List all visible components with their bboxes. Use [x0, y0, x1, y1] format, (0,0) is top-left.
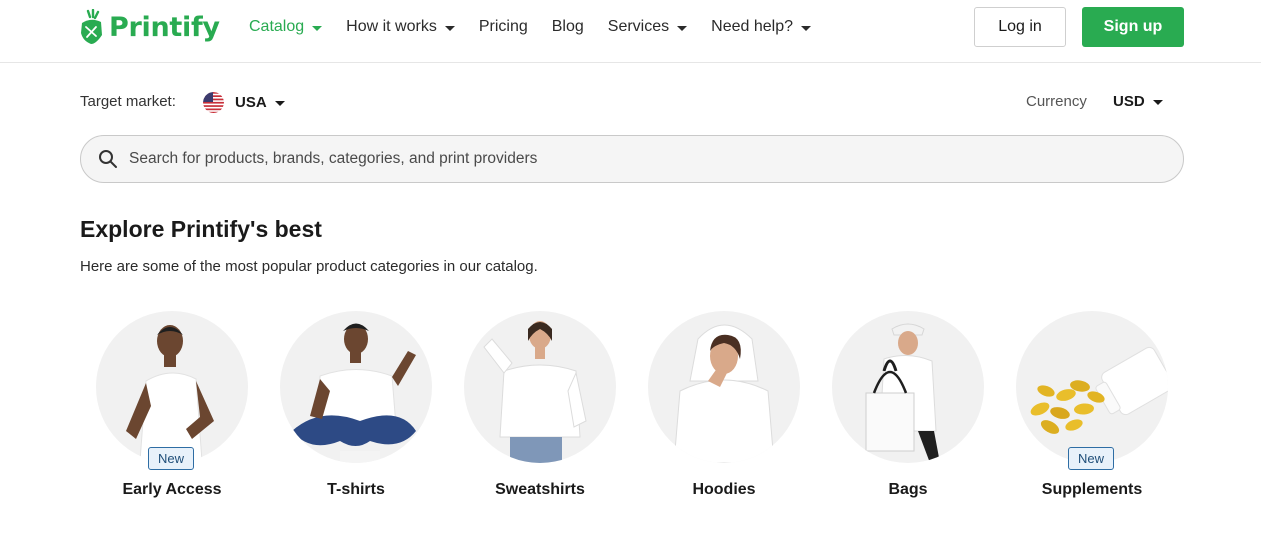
explore-heading: Explore Printify's best	[80, 216, 322, 242]
new-badge: New	[1068, 447, 1114, 470]
currency-select[interactable]: USD	[1113, 93, 1163, 110]
category-image-sweatshirts	[464, 311, 616, 463]
explore-subtitle: Here are some of the most popular produc…	[80, 258, 538, 275]
category-label: Sweatshirts	[495, 481, 585, 498]
nav-services[interactable]: Services	[607, 18, 688, 36]
chevron-down-icon	[800, 25, 811, 31]
printify-logo-icon	[81, 9, 102, 44]
category-label: Early Access	[122, 481, 222, 498]
category-early-access[interactable]: New Early Access	[80, 311, 264, 511]
category-sweatshirts[interactable]: Sweatshirts	[448, 311, 632, 511]
new-badge: New	[148, 447, 194, 470]
nav-pricing[interactable]: Pricing	[479, 18, 528, 36]
brand-name: Printify	[109, 11, 220, 43]
category-bags[interactable]: Bags	[816, 311, 1000, 511]
top-navigation-bar: Printify Catalog How it works Pricing Bl…	[0, 0, 1261, 63]
chevron-down-icon	[444, 25, 455, 31]
category-image-bags	[832, 311, 984, 463]
chevron-down-icon	[1152, 100, 1163, 105]
category-t-shirts[interactable]: T-shirts	[264, 311, 448, 511]
nav-services-label: Services	[607, 18, 670, 35]
chevron-down-icon	[312, 25, 323, 31]
us-flag-icon	[203, 92, 224, 113]
nav-pricing-label: Pricing	[478, 18, 528, 35]
nav-how-it-works[interactable]: How it works	[346, 18, 455, 36]
main-nav: Catalog How it works Pricing Blog Servic…	[249, 16, 835, 38]
category-image-t-shirts	[280, 311, 432, 463]
category-supplements[interactable]: New Supplements	[1000, 311, 1184, 511]
category-label: Supplements	[1041, 481, 1143, 498]
category-label: T-shirts	[327, 481, 385, 498]
login-button[interactable]: Log in	[974, 7, 1066, 47]
nav-blog[interactable]: Blog	[552, 18, 584, 36]
target-market-select[interactable]: USA	[203, 92, 285, 113]
search-icon	[99, 150, 117, 168]
signup-button[interactable]: Sign up	[1082, 7, 1184, 47]
target-market-value: USA	[235, 94, 267, 111]
nav-blog-label: Blog	[551, 18, 584, 35]
nav-catalog[interactable]: Catalog	[249, 18, 323, 36]
category-image-supplements	[1016, 311, 1168, 463]
category-label: Hoodies	[692, 481, 756, 498]
nav-need-help-label: Need help?	[711, 18, 793, 35]
product-search	[80, 135, 1184, 183]
currency-value: USD	[1113, 93, 1145, 110]
category-image-early-access	[96, 311, 248, 463]
chevron-down-icon	[677, 25, 688, 31]
category-hoodies[interactable]: Hoodies	[632, 311, 816, 511]
nav-how-it-works-label: How it works	[346, 18, 437, 35]
currency-label: Currency	[1026, 93, 1087, 110]
nav-need-help[interactable]: Need help?	[711, 18, 811, 36]
category-label: Bags	[888, 481, 928, 498]
category-image-hoodies	[648, 311, 800, 463]
nav-catalog-label: Catalog	[249, 18, 305, 35]
target-market-label: Target market:	[80, 93, 176, 110]
search-input[interactable]	[129, 144, 1129, 174]
chevron-down-icon	[274, 101, 285, 106]
printify-logo[interactable]: Printify	[79, 8, 220, 46]
